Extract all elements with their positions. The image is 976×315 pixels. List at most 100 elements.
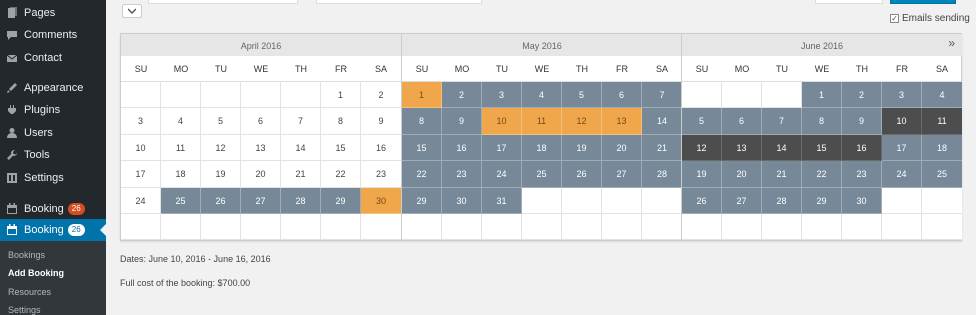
submenu-item-settings[interactable]: Settings [8,305,41,315]
calendar-day[interactable]: 12 [682,134,722,162]
calendar-day[interactable]: 25 [522,161,562,188]
calendar-day[interactable]: 21 [762,161,802,188]
calendar-day[interactable]: 5 [562,82,602,109]
sidebar-item-contact[interactable]: Contact [0,47,106,69]
calendar-day[interactable]: 11 [522,108,562,135]
calendar-day[interactable]: 2 [442,82,482,109]
calendar-day[interactable]: 3 [121,108,161,135]
calendar-day[interactable]: 4 [161,108,201,135]
calendar-day[interactable]: 27 [722,187,762,214]
sidebar-item-plugins[interactable]: Plugins [0,99,106,121]
calendar-day[interactable]: 14 [762,134,802,162]
calendar-day[interactable]: 24 [482,161,522,188]
calendar-day[interactable]: 1 [321,82,361,109]
calendar-day[interactable]: 1 [402,82,442,109]
sidebar-item-settings[interactable]: Settings [0,167,106,189]
calendar-day[interactable]: 6 [722,108,762,135]
calendar-day[interactable]: 14 [281,134,321,162]
calendar-day[interactable]: 23 [442,161,482,188]
calendar-day[interactable]: 7 [281,108,321,135]
calendar-day[interactable]: 2 [842,82,882,109]
calendar-day[interactable]: 26 [682,187,722,214]
calendar-day[interactable]: 30 [842,187,882,214]
sidebar-item-tools[interactable]: Tools [0,144,106,166]
top-select[interactable] [316,0,482,4]
calendar-day[interactable]: 22 [802,161,842,188]
submenu-item-add-booking[interactable]: Add Booking [8,268,64,278]
calendar-day[interactable]: 4 [522,82,562,109]
calendar-day[interactable]: 5 [201,108,241,135]
calendar-day[interactable]: 15 [321,134,361,162]
calendar-day[interactable]: 26 [562,161,602,188]
calendar-day[interactable]: 5 [682,108,722,135]
sidebar-item-booking-active[interactable]: Booking 26 [0,219,106,241]
calendar-day[interactable]: 3 [882,82,922,109]
top-primary-button[interactable] [890,0,956,4]
calendar-day[interactable]: 6 [602,82,642,109]
sidebar-item-appearance[interactable]: Appearance [0,77,106,99]
calendar-day[interactable]: 8 [802,108,842,135]
calendar-day[interactable]: 13 [722,134,762,162]
calendar-day[interactable]: 22 [321,161,361,188]
sidebar-item-pages[interactable]: Pages [0,2,106,24]
calendar-day[interactable]: 27 [241,187,281,214]
calendar-day[interactable]: 16 [842,134,882,162]
emails-sending-option[interactable]: ✓ Emails sending [890,13,970,24]
calendar-day[interactable]: 25 [922,161,962,188]
calendar-day[interactable]: 10 [882,108,922,135]
calendar-day[interactable]: 4 [922,82,962,109]
calendar-day[interactable]: 10 [121,134,161,162]
calendar-day[interactable]: 23 [842,161,882,188]
calendar-day[interactable]: 7 [762,108,802,135]
emails-sending-checkbox[interactable]: ✓ [890,14,899,23]
calendar-day[interactable]: 14 [642,108,682,135]
calendar-day[interactable]: 12 [562,108,602,135]
top-select[interactable] [148,0,298,4]
calendar-day[interactable]: 20 [602,134,642,162]
sidebar-item-booking[interactable]: Booking 26 [0,198,106,220]
calendar-day[interactable]: 13 [241,134,281,162]
sidebar-item-comments[interactable]: Comments [0,24,106,46]
calendar-day[interactable]: 16 [361,134,401,162]
calendar-day[interactable]: 8 [402,108,442,135]
calendar-day[interactable]: 3 [482,82,522,109]
expand-options-button[interactable] [122,4,142,18]
calendar-day[interactable]: 17 [482,134,522,162]
calendar-day[interactable]: 21 [281,161,321,188]
calendar-day[interactable]: 20 [241,161,281,188]
calendar-day[interactable]: 19 [201,161,241,188]
sidebar-item-users[interactable]: Users [0,122,106,144]
calendar-day[interactable]: 18 [161,161,201,188]
calendar-day[interactable]: 10 [482,108,522,135]
calendar-day[interactable]: 11 [922,108,962,135]
calendar-day[interactable]: 8 [321,108,361,135]
calendar-day[interactable]: 9 [442,108,482,135]
calendar-day[interactable]: 21 [642,134,682,162]
calendar-day[interactable]: 6 [241,108,281,135]
calendar-day[interactable]: 28 [762,187,802,214]
calendar-day[interactable]: 24 [121,187,161,214]
calendar-day[interactable]: 23 [361,161,401,188]
calendar-day[interactable]: 7 [642,82,682,109]
calendar-day[interactable]: 15 [402,134,442,162]
calendar-day[interactable]: 16 [442,134,482,162]
calendar-day[interactable]: 1 [802,82,842,109]
calendar-day[interactable]: 19 [682,161,722,188]
calendar-day[interactable]: 27 [602,161,642,188]
calendar-day[interactable]: 29 [402,187,442,214]
calendar-day[interactable]: 9 [361,108,401,135]
calendar-day[interactable]: 18 [522,134,562,162]
calendar-day[interactable]: 2 [361,82,401,109]
calendar-day[interactable]: 12 [201,134,241,162]
calendar-day[interactable]: 19 [562,134,602,162]
top-button[interactable] [815,0,883,4]
calendar-day[interactable]: 22 [402,161,442,188]
calendar-day[interactable]: 24 [882,161,922,188]
calendar-day[interactable]: 28 [642,161,682,188]
calendar-day[interactable]: 17 [121,161,161,188]
calendar-day[interactable]: 30 [361,187,401,214]
calendar-day[interactable]: 29 [321,187,361,214]
calendar-day[interactable]: 28 [281,187,321,214]
calendar-day[interactable]: 15 [802,134,842,162]
calendar-day[interactable]: 25 [161,187,201,214]
